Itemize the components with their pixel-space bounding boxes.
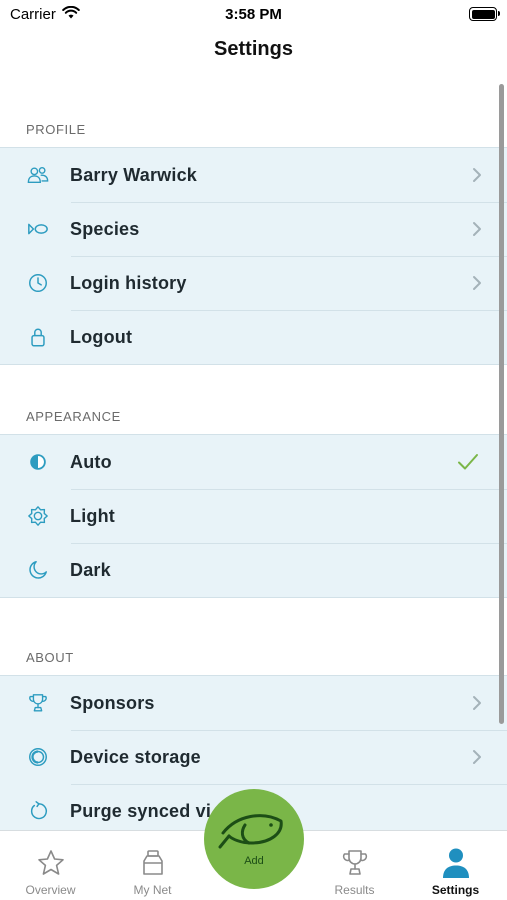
appearance-group: Auto Light Dark: [0, 434, 507, 598]
appearance-row-light[interactable]: Light: [0, 489, 507, 543]
tab-settings[interactable]: Settings: [405, 831, 506, 900]
appearance-row-auto[interactable]: Auto: [0, 435, 507, 489]
tab-my-net-label: My Net: [133, 883, 172, 897]
lock-icon: [0, 310, 70, 364]
section-header-appearance: APPEARANCE: [26, 409, 121, 424]
status-time: 3:58 PM: [225, 6, 282, 23]
settings-list[interactable]: PROFILE Barry Warwick Species Login hist…: [0, 86, 507, 830]
tab-settings-label: Settings: [431, 883, 480, 897]
profile-group: Barry Warwick Species Login history Logo…: [0, 147, 507, 365]
chevron-right-icon: [473, 222, 481, 236]
page-title: Settings: [214, 38, 293, 60]
tab-my-net[interactable]: My Net: [102, 831, 203, 900]
logout-label: Logout: [70, 326, 133, 347]
fish-icon: [0, 202, 70, 256]
purge-label: Purge synced vi: [70, 800, 212, 821]
jar-icon: [137, 847, 169, 879]
dark-label: Dark: [70, 559, 111, 580]
scrollbar[interactable]: [499, 84, 504, 724]
half-circle-icon: [0, 435, 70, 489]
device-storage-label: Device storage: [70, 746, 201, 767]
login-history-label: Login history: [70, 272, 187, 293]
profile-row-user[interactable]: Barry Warwick: [0, 148, 507, 202]
species-label: Species: [70, 218, 140, 239]
chevron-right-icon: [473, 276, 481, 290]
storage-icon: [0, 730, 70, 784]
profile-row-login-history[interactable]: Login history: [0, 256, 507, 310]
purge-icon: [0, 784, 70, 830]
about-row-sponsors[interactable]: Sponsors: [0, 676, 507, 730]
chevron-right-icon: [473, 750, 481, 764]
checkmark-icon: [458, 454, 478, 470]
trophy-icon: [0, 676, 70, 730]
tab-overview-label: Overview: [25, 883, 76, 897]
profile-row-species[interactable]: Species: [0, 202, 507, 256]
tab-add-label: Add: [244, 855, 264, 867]
sun-icon: [0, 489, 70, 543]
tab-results-label: Results: [334, 883, 375, 897]
star-icon: [35, 847, 67, 879]
light-label: Light: [70, 505, 115, 526]
profile-row-label: Barry Warwick: [70, 164, 197, 185]
add-button[interactable]: Add: [204, 789, 304, 889]
sponsors-label: Sponsors: [70, 692, 155, 713]
battery-icon: [469, 7, 500, 21]
about-row-device-storage[interactable]: Device storage: [0, 730, 507, 784]
profile-row-logout[interactable]: Logout: [0, 310, 507, 364]
tab-overview[interactable]: Overview: [0, 831, 101, 900]
status-bar: Carrier 3:58 PM: [0, 0, 507, 30]
clock-icon: [0, 256, 70, 310]
tab-results[interactable]: Results: [304, 831, 405, 900]
chevron-right-icon: [473, 168, 481, 182]
section-header-profile: PROFILE: [26, 122, 86, 137]
section-header-about: ABOUT: [26, 650, 74, 665]
trophy-icon: [339, 847, 371, 879]
users-icon: [0, 148, 70, 202]
appearance-row-dark[interactable]: Dark: [0, 543, 507, 597]
chevron-right-icon: [473, 696, 481, 710]
moon-icon: [0, 543, 70, 597]
fish-icon: [218, 814, 283, 849]
person-icon: [440, 847, 472, 879]
auto-label: Auto: [70, 451, 112, 472]
